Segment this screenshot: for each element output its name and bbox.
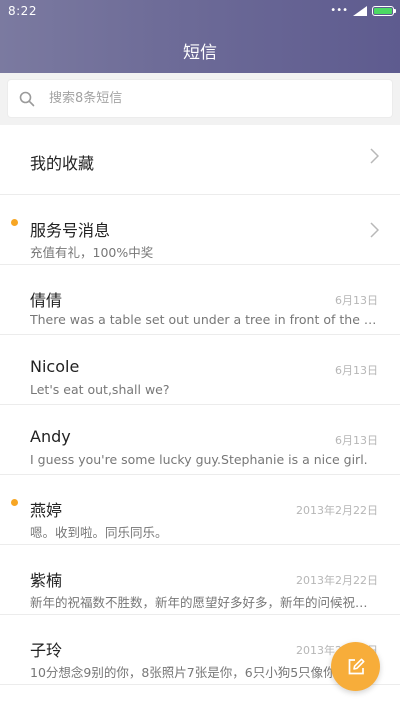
conversation-preview: There was a table set out under a tree i… [30,312,378,327]
conversation-date: 2013年2月22日 [296,504,378,517]
conversation-name: 倩倩 [30,291,63,310]
list-item[interactable]: 紫楠 2013年2月22日 新年的祝福数不胜数，新年的愿望好多好多，新年的问候祝… [0,545,400,615]
conversation-name: Andy [30,427,71,446]
conversation-list: 我的收藏 服务号消息 充值有礼，100%中奖 倩倩 6月13日 There wa… [0,125,400,685]
conversation-date: 6月13日 [335,364,378,377]
search-box[interactable] [8,80,392,117]
compose-icon [348,658,364,674]
conversation-name: 燕婷 [30,501,63,520]
list-item[interactable]: Nicole 6月13日 Let's eat out,shall we? [0,335,400,405]
conversation-preview: 10分想念9别的你，8张照片7张是你，6只小狗5只像你 [30,665,336,680]
signal-icon [353,6,367,16]
search-icon [19,91,35,106]
compose-button[interactable] [331,642,380,691]
list-item[interactable]: 倩倩 6月13日 There was a table set out under… [0,265,400,335]
status-icons: ••• [330,4,396,18]
conversation-date: 6月13日 [335,294,378,307]
favorites-row[interactable]: 我的收藏 [0,125,400,195]
conversation-name: 子玲 [30,641,63,660]
header: 8:22 ••• 短信 [0,0,400,73]
conversation-preview: 新年的祝福数不胜数，新年的愿望好多好多，新年的问候祝你快乐 [30,595,378,610]
battery-level [374,8,392,14]
unread-dot [11,499,18,506]
list-item[interactable]: 燕婷 2013年2月22日 嗯。收到啦。同乐同乐。 [0,475,400,545]
conversation-name: 服务号消息 [30,221,111,240]
messages-screen: 8:22 ••• 短信 我的收藏 [0,0,400,711]
conversation-preview: 充值有礼，100%中奖 [30,245,154,260]
unread-dot [11,219,18,226]
favorites-title: 我的收藏 [30,154,95,173]
chevron-right-icon [370,222,379,238]
search-bar [0,73,400,125]
page-title: 短信 [183,43,217,63]
conversation-date: 2013年2月22日 [296,574,378,587]
search-input[interactable] [47,90,371,107]
conversation-name: Nicole [30,357,80,376]
conversation-preview: I guess you're some lucky guy.Stephanie … [30,452,368,467]
battery-icon [372,6,396,16]
conversation-name: 紫楠 [30,571,63,590]
conversation-preview: 嗯。收到啦。同乐同乐。 [30,525,168,540]
chevron-right-icon [370,148,379,164]
list-item[interactable]: Andy 6月13日 I guess you're some lucky guy… [0,405,400,475]
status-time: 8:22 [8,4,37,18]
conversation-preview: Let's eat out,shall we? [30,382,170,397]
notification-dots: ••• [330,5,348,16]
conversation-date: 6月13日 [335,434,378,447]
list-item[interactable]: 服务号消息 充值有礼，100%中奖 [0,195,400,265]
status-bar: 8:22 ••• [0,0,400,22]
